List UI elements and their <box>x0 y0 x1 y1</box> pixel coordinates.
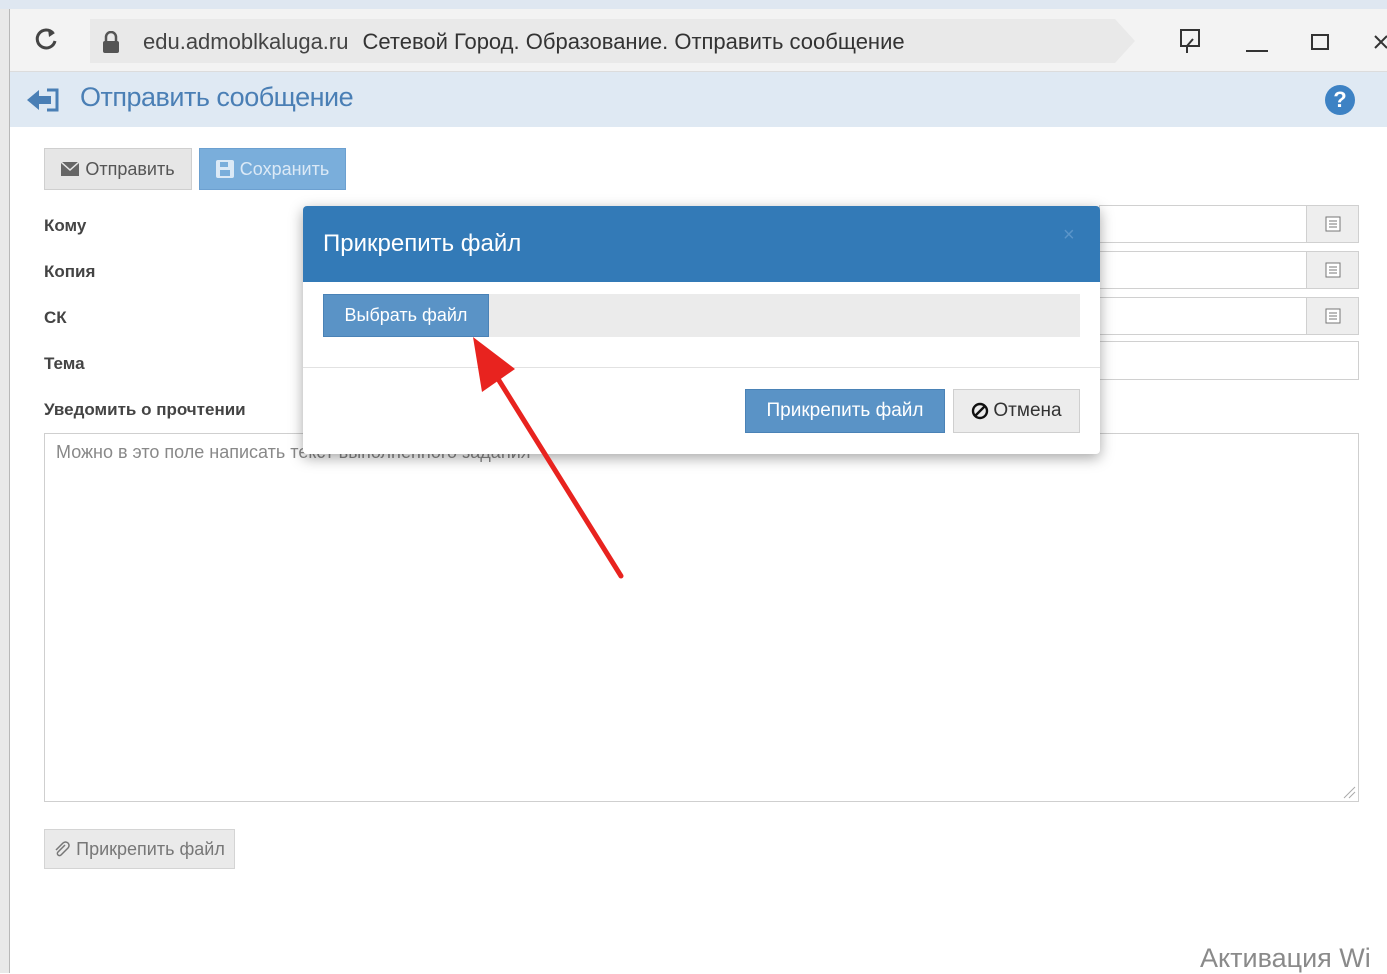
ban-icon <box>972 402 989 420</box>
address-book-icon <box>1325 308 1340 324</box>
help-icon[interactable]: ? <box>1325 85 1355 115</box>
dialog-close-button[interactable]: × <box>1063 224 1075 247</box>
dialog-cancel-label: Отмена <box>993 400 1062 421</box>
send-button[interactable]: Отправить <box>44 148 192 190</box>
pin-icon[interactable] <box>1178 27 1204 55</box>
topic-label: Тема <box>44 354 85 373</box>
attach-file-button-label: Прикрепить файл <box>76 838 225 859</box>
minimize-icon[interactable] <box>1245 27 1269 55</box>
envelope-icon <box>61 162 80 176</box>
resize-grip-icon[interactable] <box>1342 785 1356 799</box>
bcc-address-book-button[interactable] <box>1306 297 1359 335</box>
floppy-disk-icon <box>215 160 234 178</box>
read-receipt-label[interactable]: Уведомить о прочтении <box>44 400 246 420</box>
save-button[interactable]: Сохранить <box>199 148 346 190</box>
to-label: Кому <box>44 216 87 235</box>
dialog-header: Прикрепить файл × <box>303 206 1100 282</box>
message-body-textarea[interactable]: Можно в это поле написать текст выполнен… <box>44 433 1359 802</box>
choose-file-button[interactable]: Выбрать файл <box>323 294 489 337</box>
browser-titlebar: edu.admoblkaluga.ru Сетевой Город. Образо… <box>10 9 1387 72</box>
save-button-label: Сохранить <box>239 158 330 179</box>
attach-file-dialog: Прикрепить файл × Выбрать файл Прикрепит… <box>303 206 1100 454</box>
to-field[interactable] <box>1099 205 1306 243</box>
page-header: Отправить сообщение ? <box>10 72 1387 127</box>
back-arrow-icon[interactable] <box>25 85 61 115</box>
window-left-border <box>0 9 10 973</box>
cc-field[interactable] <box>1099 251 1306 289</box>
file-input[interactable]: Выбрать файл <box>323 294 1080 337</box>
reload-icon[interactable] <box>32 25 60 53</box>
address-text[interactable]: edu.admoblkaluga.ru Сетевой Город. Образо… <box>143 29 905 55</box>
address-book-icon <box>1325 216 1340 232</box>
paperclip-icon <box>55 841 70 857</box>
dialog-cancel-button[interactable]: Отмена <box>953 389 1080 433</box>
close-window-icon[interactable] <box>1372 27 1387 55</box>
bcc-label: СК <box>44 308 67 327</box>
slide-background-strip <box>0 0 1387 9</box>
send-button-label: Отправить <box>85 158 175 179</box>
dialog-divider <box>303 367 1100 368</box>
maximize-icon[interactable] <box>1310 27 1332 55</box>
to-address-book-button[interactable] <box>1306 205 1359 243</box>
cc-label: Копия <box>44 262 96 281</box>
dialog-title: Прикрепить файл <box>323 230 522 257</box>
attach-file-button[interactable]: Прикрепить файл <box>44 829 235 869</box>
topic-field[interactable] <box>1099 341 1359 380</box>
address-book-icon <box>1325 262 1340 278</box>
bcc-field[interactable] <box>1099 297 1306 335</box>
lock-icon <box>103 31 119 53</box>
cc-address-book-button[interactable] <box>1306 251 1359 289</box>
url-page-title: Сетевой Город. Образование. Отправить со… <box>362 29 905 54</box>
windows-activation-watermark: Активация Wi <box>1200 943 1371 973</box>
url-domain: edu.admoblkaluga.ru <box>143 29 349 54</box>
dialog-attach-button[interactable]: Прикрепить файл <box>745 389 945 433</box>
page-title: Отправить сообщение <box>80 82 354 112</box>
